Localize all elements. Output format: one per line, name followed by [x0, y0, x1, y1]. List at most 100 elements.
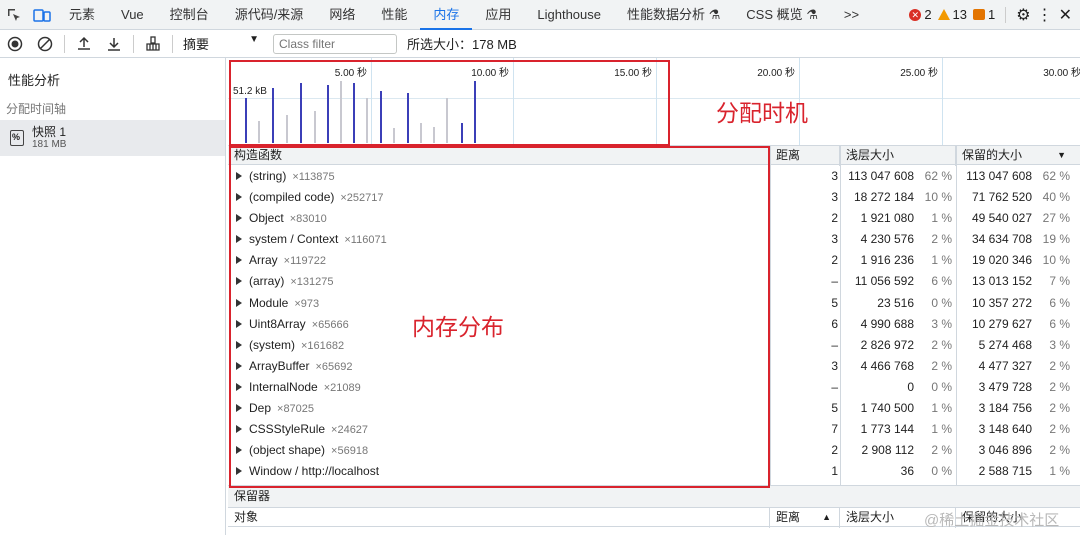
timeline-tick-label: 20.00 秒	[757, 68, 795, 79]
download-icon[interactable]	[99, 30, 129, 58]
snapshot-item[interactable]: 快照 1 181 MB	[0, 120, 225, 156]
table-row[interactable]: (string) ×113875 3 113 047 608 62 % 113 047 6…	[228, 166, 1080, 187]
allocation-bar	[380, 91, 382, 143]
errors-badge[interactable]: ✕ 2	[909, 7, 932, 22]
allocation-bar	[420, 123, 422, 143]
row-constructor: (system) ×161682	[236, 335, 344, 356]
column-constructor[interactable]: 构造函数	[228, 146, 770, 166]
expand-triangle-icon[interactable]	[236, 404, 242, 413]
allocation-timeline[interactable]: 51.2 kB 5.00 秒 10.00 秒 15.00 秒 20.00 秒 25.00…	[228, 58, 1080, 146]
row-retained-percent: 40 %	[1042, 190, 1070, 205]
table-row[interactable]: Window / http://localhost 1 36 0 % 2 588 715…	[228, 461, 1080, 482]
row-shallow-size: 2 908 112	[861, 443, 915, 458]
clear-icon[interactable]	[30, 30, 60, 58]
tab-2[interactable]: 控制台	[157, 0, 222, 30]
close-icon[interactable]: ✕	[1059, 5, 1072, 25]
tab-1[interactable]: Vue	[108, 0, 157, 30]
expand-triangle-icon[interactable]	[236, 446, 242, 455]
row-shallow-size: 1 740 500	[860, 401, 914, 416]
view-select[interactable]: 摘要 ▼	[183, 34, 259, 53]
expand-triangle-icon[interactable]	[236, 256, 242, 265]
table-row[interactable]: system / Context ×116071 3 4 230 576 2 % 34 6…	[228, 229, 1080, 250]
distribution-annotation-label: 内存分布	[412, 314, 504, 340]
retainers-column-distance[interactable]: 距离 ▲	[770, 508, 840, 528]
expand-triangle-icon[interactable]	[236, 467, 242, 476]
inspect-element-icon[interactable]	[0, 0, 28, 30]
constructor-table-body: (string) ×113875 3 113 047 608 62 % 113 047 6…	[228, 166, 1080, 482]
instance-count: ×83010	[289, 213, 327, 226]
table-row[interactable]: CSSStyleRule ×24627 7 1 773 144 1 % 3 148 640…	[228, 419, 1080, 440]
row-constructor: (compiled code) ×252717	[236, 187, 384, 208]
row-constructor: Window / http://localhost	[236, 461, 385, 482]
constructor-name: (array)	[249, 274, 285, 289]
upload-icon[interactable]	[69, 30, 99, 58]
table-row[interactable]: (system) ×161682 – 2 826 972 2 % 5 274 468 3 %	[228, 335, 1080, 356]
tab-8[interactable]: Lighthouse	[524, 0, 614, 30]
device-toolbar-icon[interactable]	[28, 0, 56, 30]
expand-triangle-icon[interactable]	[236, 361, 242, 370]
expand-triangle-icon[interactable]	[236, 340, 242, 349]
record-icon[interactable]	[0, 30, 30, 58]
constructor-name: (object shape)	[249, 443, 326, 458]
tab-3[interactable]: 源代码/来源	[222, 0, 317, 30]
retainers-title[interactable]: 保留器	[228, 485, 1080, 507]
instance-count: ×973	[294, 297, 320, 310]
memory-toolbar: 摘要 ▼ 所选大小：178 MB	[0, 30, 1080, 58]
constructor-name: (string)	[249, 169, 287, 183]
row-retained-size: 71 762 520	[971, 190, 1032, 205]
column-retained-label: 保留的大小	[962, 148, 1023, 162]
table-row[interactable]: InternalNode ×21089 – 0 0 % 3 479 728 2 %	[228, 377, 1080, 398]
column-retained-size[interactable]: 保留的大小 ▼	[956, 146, 1080, 166]
issues-badge[interactable]: 1	[973, 7, 995, 22]
column-shallow-size[interactable]: 浅层大小	[840, 146, 956, 166]
tab-4[interactable]: 网络	[316, 0, 368, 30]
tab-6[interactable]: 内存	[420, 0, 473, 30]
row-retained-percent: 2 %	[1049, 379, 1070, 394]
tab-0[interactable]: 元素	[56, 0, 108, 30]
table-row[interactable]: Object ×83010 2 1 921 080 1 % 49 540 027 27 %	[228, 208, 1080, 229]
expand-triangle-icon[interactable]	[236, 193, 242, 202]
row-distance: 2	[831, 443, 838, 458]
expand-triangle-icon[interactable]	[236, 382, 242, 391]
table-row[interactable]: (object shape) ×56918 2 2 908 112 2 % 3 046 8…	[228, 440, 1080, 461]
expand-triangle-icon[interactable]	[236, 172, 242, 180]
column-distance[interactable]: 距离	[770, 146, 840, 166]
expand-triangle-icon[interactable]	[236, 298, 242, 307]
tab-7[interactable]: 应用	[472, 0, 524, 30]
allocation-bar	[286, 115, 288, 143]
settings-gear-icon[interactable]: ⚙	[1016, 5, 1030, 25]
row-distance: 3	[831, 190, 838, 205]
row-constructor: InternalNode ×21089	[236, 377, 361, 398]
table-row[interactable]: Module ×973 5 23 516 0 % 10 357 272 6 %	[228, 293, 1080, 314]
expand-triangle-icon[interactable]	[236, 425, 242, 434]
constructor-name: (compiled code)	[249, 190, 335, 205]
instance-count: ×87025	[277, 403, 315, 416]
expand-triangle-icon[interactable]	[236, 214, 242, 223]
more-tabs-button[interactable]: >>	[831, 0, 872, 30]
table-row[interactable]: Array ×119722 2 1 916 236 1 % 19 020 346 10 %	[228, 250, 1080, 271]
more-options-icon[interactable]: ⋮	[1037, 5, 1053, 25]
table-row[interactable]: (compiled code) ×252717 3 18 272 184 10 % 71 …	[228, 187, 1080, 208]
table-row[interactable]: Uint8Array ×65666 6 4 990 688 3 % 10 279 627 6…	[228, 314, 1080, 335]
retainers-column-object[interactable]: 对象	[228, 508, 770, 528]
row-retained-percent: 6 %	[1049, 295, 1070, 310]
timeline-tick-line	[513, 58, 514, 146]
tab-9[interactable]: 性能数据分析 ⚗	[614, 0, 733, 30]
row-retained-percent: 2 %	[1049, 422, 1070, 437]
row-retained-size: 5 274 468	[978, 337, 1032, 352]
warnings-badge[interactable]: 13	[937, 7, 967, 22]
table-row[interactable]: ArrayBuffer ×65692 3 4 466 768 2 % 4 477 327 2…	[228, 356, 1080, 377]
row-retained-percent: 1 %	[1049, 464, 1070, 479]
expand-triangle-icon[interactable]	[236, 277, 242, 286]
allocation-bar	[433, 127, 435, 143]
row-shallow-size: 0	[907, 379, 914, 394]
allocation-bar	[245, 98, 247, 143]
expand-triangle-icon[interactable]	[236, 319, 242, 328]
table-row[interactable]: (array) ×131275 – 11 056 592 6 % 13 013 152 7 …	[228, 271, 1080, 292]
collect-garbage-icon[interactable]	[138, 30, 168, 58]
tab-10[interactable]: CSS 概览 ⚗	[733, 0, 831, 30]
tab-5[interactable]: 性能	[368, 0, 420, 30]
class-filter-input[interactable]	[273, 33, 397, 54]
table-row[interactable]: Dep ×87025 5 1 740 500 1 % 3 184 756 2 %	[228, 398, 1080, 419]
expand-triangle-icon[interactable]	[236, 235, 242, 244]
